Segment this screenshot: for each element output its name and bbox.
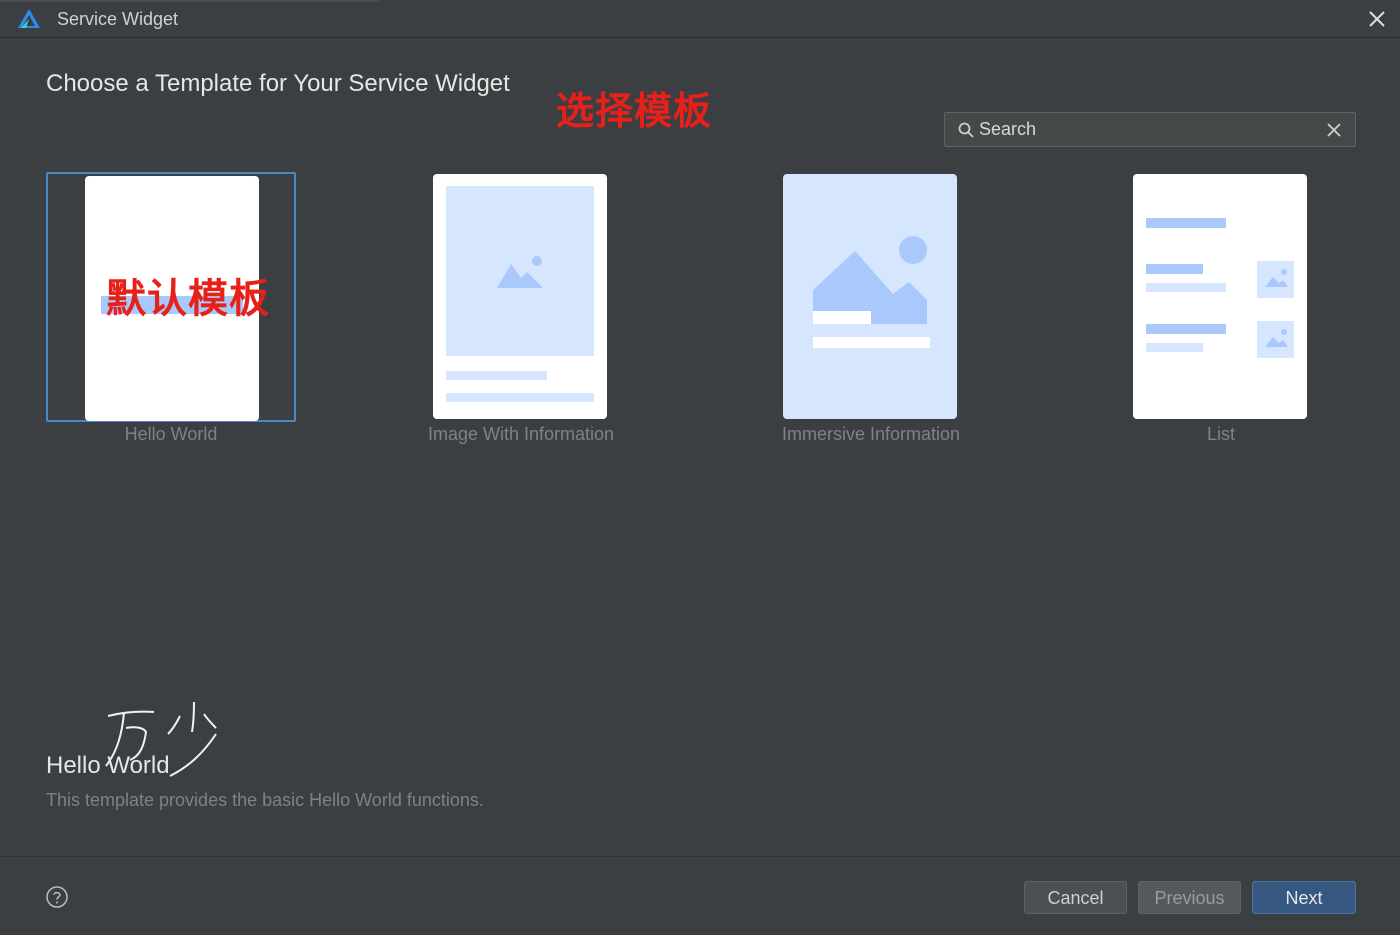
- clear-icon[interactable]: [1325, 121, 1343, 139]
- previous-button[interactable]: Previous: [1138, 881, 1241, 914]
- list-preview: [1133, 174, 1307, 419]
- service-widget-dialog: Service Widget Choose a Template for You…: [0, 0, 1400, 935]
- template-label-list: List: [1206, 424, 1235, 444]
- annotation-choose-template: 选择模板: [556, 91, 713, 133]
- window-title: Service Widget: [57, 9, 179, 29]
- page-heading: Choose a Template for Your Service Widge…: [46, 70, 510, 97]
- template-label-image-with-information: Image With Information: [427, 424, 615, 444]
- template-card-list[interactable]: [1096, 172, 1346, 422]
- next-button[interactable]: Next: [1252, 881, 1356, 914]
- search-icon: [958, 122, 974, 138]
- search-box: [944, 112, 1356, 147]
- close-icon[interactable]: [1366, 8, 1388, 30]
- selected-template-title: Hello World: [46, 752, 170, 779]
- cancel-button[interactable]: Cancel: [1024, 881, 1127, 914]
- footer-divider: [0, 856, 1400, 857]
- template-label-hello-world: Hello World: [124, 424, 218, 444]
- title-bar: Service Widget: [0, 0, 1400, 38]
- template-thumbnail-image-with-information: [433, 174, 607, 419]
- title-accent-line: [0, 0, 380, 2]
- help-icon[interactable]: [46, 886, 68, 908]
- annotation-default-template: 默认模板: [106, 277, 270, 321]
- immersive-information-preview: [783, 174, 957, 419]
- template-thumbnail-immersive-information: [783, 174, 957, 419]
- template-card-image-with-information[interactable]: [396, 172, 646, 422]
- template-label-immersive-information: Immersive Information: [781, 424, 961, 444]
- template-thumbnail-list: [1133, 174, 1307, 419]
- app-logo-icon: [18, 9, 40, 28]
- image-with-information-preview: [433, 174, 607, 419]
- template-card-immersive-information[interactable]: [746, 172, 996, 422]
- selected-template-description: This template provides the basic Hello W…: [46, 790, 484, 810]
- search-input[interactable]: [979, 113, 1319, 146]
